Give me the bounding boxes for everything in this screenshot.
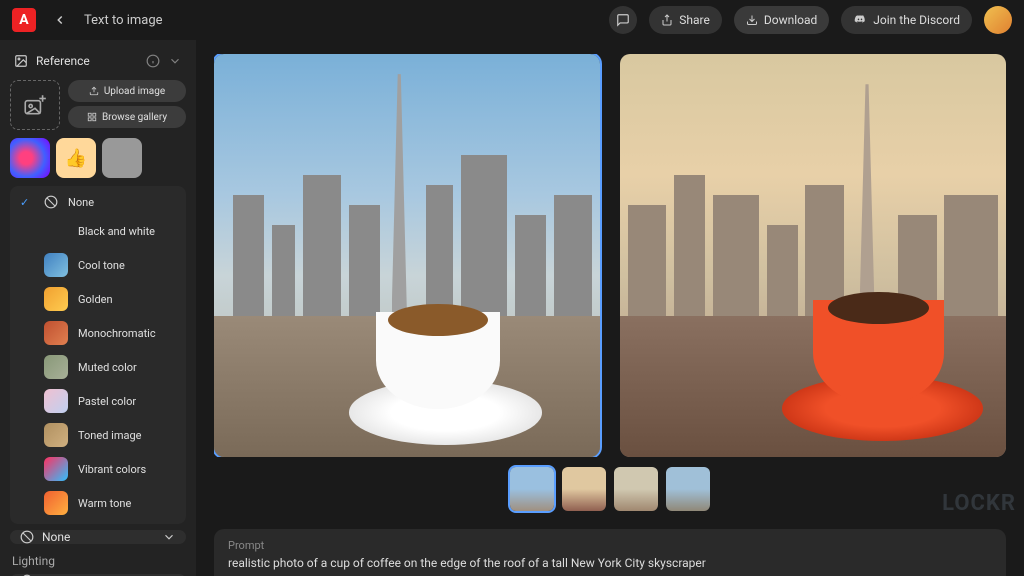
reference-preset-1[interactable] xyxy=(10,138,50,178)
variation-thumb-2[interactable] xyxy=(562,467,606,511)
option-label: Cool tone xyxy=(78,259,125,272)
reference-section-header[interactable]: Reference xyxy=(10,48,186,74)
option-label: Toned image xyxy=(78,429,141,442)
canvas-area: Prompt realistic photo of a cup of coffe… xyxy=(196,40,1024,576)
back-button[interactable] xyxy=(48,8,72,32)
option-label: Monochromatic xyxy=(78,327,156,340)
discord-button[interactable]: Join the Discord xyxy=(841,6,972,34)
chevron-down-icon[interactable] xyxy=(168,54,182,68)
share-label: Share xyxy=(679,13,710,27)
color-tone-option-muted[interactable]: Muted color xyxy=(10,350,186,384)
gallery-icon xyxy=(87,112,97,122)
color-tone-option-none[interactable]: ✓ None xyxy=(10,190,186,214)
option-label: Muted color xyxy=(78,361,137,374)
feedback-button[interactable] xyxy=(609,6,637,34)
swatch-muted xyxy=(44,355,68,379)
swatch-pastel xyxy=(44,389,68,413)
option-label: None xyxy=(68,196,94,209)
download-button[interactable]: Download xyxy=(734,6,829,34)
reference-label: Reference xyxy=(36,54,90,68)
reference-preset-2[interactable]: 👍 xyxy=(56,138,96,178)
upload-icon xyxy=(89,86,99,96)
discord-label: Join the Discord xyxy=(873,13,960,27)
generated-image-1[interactable] xyxy=(214,54,600,457)
generated-image-2[interactable] xyxy=(620,54,1006,457)
reference-icon xyxy=(14,54,28,68)
color-tone-option-vibrant[interactable]: Vibrant colors xyxy=(10,452,186,486)
color-tone-option-mono[interactable]: Monochromatic xyxy=(10,316,186,350)
upload-image-label: Upload image xyxy=(104,86,165,97)
color-tone-option-cool[interactable]: Cool tone xyxy=(10,248,186,282)
info-icon[interactable] xyxy=(146,54,160,68)
chevron-left-icon xyxy=(53,13,67,27)
reference-preset-3[interactable] xyxy=(102,138,142,178)
browse-gallery-button[interactable]: Browse gallery xyxy=(68,106,186,128)
color-tone-selected-label: None xyxy=(42,530,70,544)
swatch-vibrant xyxy=(44,457,68,481)
prompt-text[interactable]: realistic photo of a cup of coffee on th… xyxy=(228,556,992,570)
download-label: Download xyxy=(764,13,817,27)
share-button[interactable]: Share xyxy=(649,6,722,34)
upload-image-button[interactable]: Upload image xyxy=(68,80,186,102)
none-icon xyxy=(44,195,58,209)
reference-upload-dropzone[interactable] xyxy=(10,80,60,130)
none-icon xyxy=(20,530,34,544)
swatch-mono xyxy=(44,321,68,345)
user-avatar[interactable] xyxy=(984,6,1012,34)
page-title: Text to image xyxy=(84,13,163,28)
image-plus-icon xyxy=(22,92,48,118)
color-tone-dropdown: ✓ None Black and white Cool tone Golden … xyxy=(10,186,186,524)
swatch-cool xyxy=(44,253,68,277)
browse-gallery-label: Browse gallery xyxy=(102,112,167,123)
chevron-down-icon xyxy=(162,530,176,544)
color-tone-option-warm[interactable]: Warm tone xyxy=(10,486,186,520)
app-logo[interactable]: A xyxy=(12,8,36,32)
color-tone-option-toned[interactable]: Toned image xyxy=(10,418,186,452)
variation-thumb-3[interactable] xyxy=(614,467,658,511)
settings-sidebar: Reference Upload image Browse gallery xyxy=(0,40,196,576)
variation-thumb-1[interactable] xyxy=(510,467,554,511)
swatch-golden xyxy=(44,287,68,311)
download-icon xyxy=(746,14,758,26)
reference-presets: 👍 xyxy=(10,138,186,178)
color-tone-select[interactable]: None xyxy=(10,530,186,544)
top-bar: A Text to image Share Download Join the … xyxy=(0,0,1024,40)
option-label: Golden xyxy=(78,293,113,306)
discord-icon xyxy=(853,14,867,26)
color-tone-option-bw[interactable]: Black and white xyxy=(10,214,186,248)
lighting-section-label: Lighting xyxy=(10,550,186,568)
swatch-bw xyxy=(44,219,68,243)
color-tone-option-pastel[interactable]: Pastel color xyxy=(10,384,186,418)
variation-thumbnails xyxy=(214,467,1006,519)
share-icon xyxy=(661,14,673,26)
watermark: LOCKR xyxy=(942,491,1016,516)
option-label: Warm tone xyxy=(78,497,131,510)
option-label: Pastel color xyxy=(78,395,136,408)
variation-thumb-4[interactable] xyxy=(666,467,710,511)
option-label: Black and white xyxy=(78,225,155,238)
option-label: Vibrant colors xyxy=(78,463,146,476)
chat-icon xyxy=(616,13,630,27)
prompt-bar[interactable]: Prompt realistic photo of a cup of coffe… xyxy=(214,529,1006,576)
swatch-warm xyxy=(44,491,68,515)
prompt-label: Prompt xyxy=(228,539,992,552)
color-tone-option-golden[interactable]: Golden xyxy=(10,282,186,316)
swatch-toned xyxy=(44,423,68,447)
